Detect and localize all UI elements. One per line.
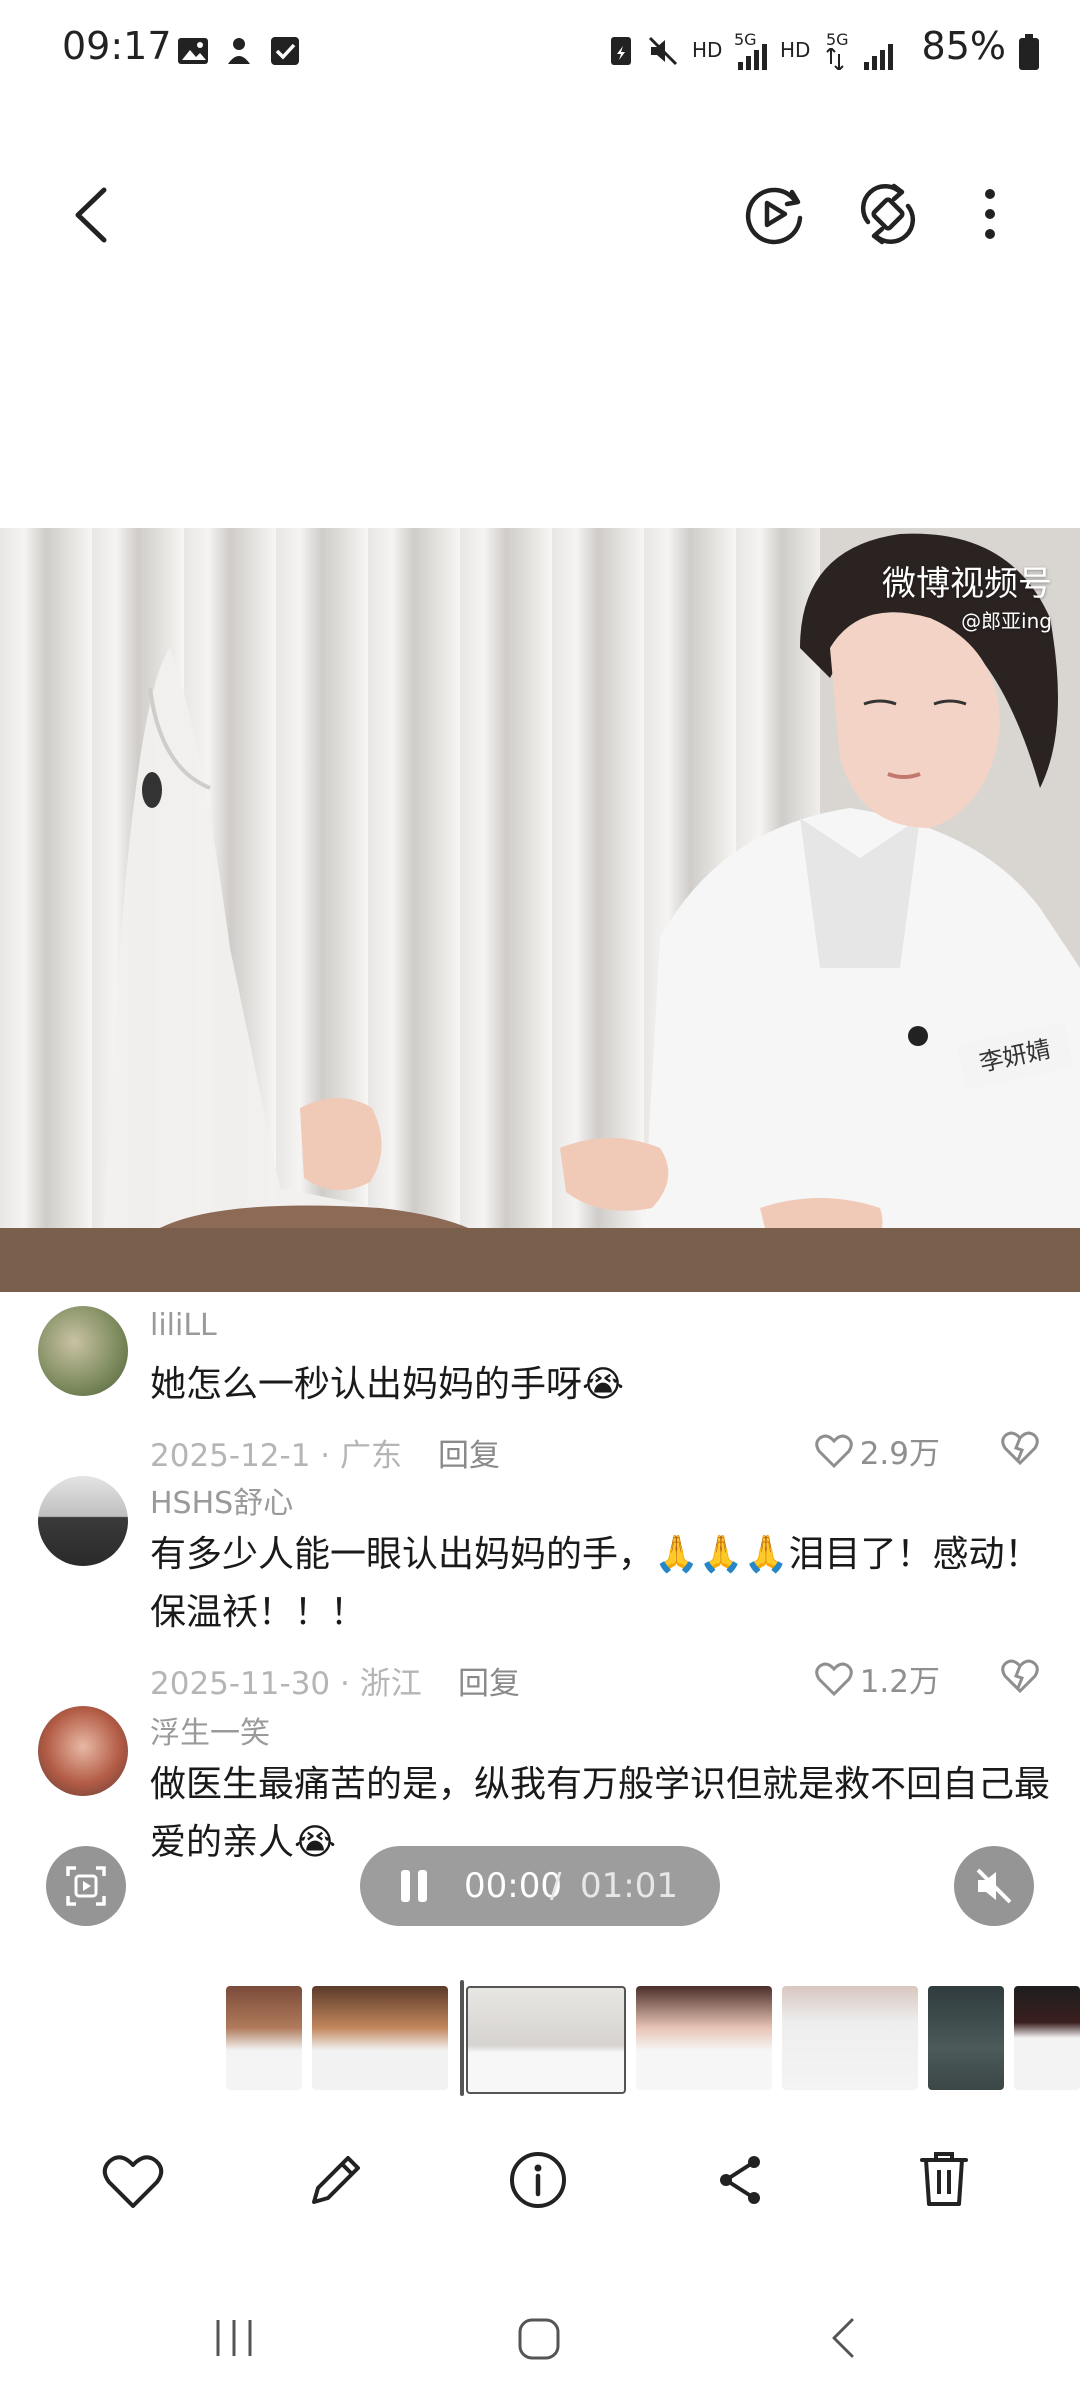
favorite-button[interactable] (100, 2152, 166, 2216)
video-watermark: 微博视频号 @郎亚ing (882, 556, 1052, 634)
edit-button[interactable] (304, 2148, 368, 2216)
recent-apps-icon (216, 2320, 252, 2356)
like-count: 1.2万 (814, 1656, 940, 1701)
play-circle-icon (745, 187, 803, 245)
battery-saver-icon (611, 37, 631, 65)
comment-text: 她怎么一秒认出妈妈的手呀😭 (150, 1364, 625, 1405)
heart-icon (814, 1662, 853, 1696)
battery-icon (1019, 34, 1039, 70)
delete-button[interactable] (912, 2146, 976, 2216)
thumbnail[interactable] (928, 1986, 1004, 2090)
like-count-text: 2.9万 (859, 1436, 940, 1472)
network-type-1: HD (692, 38, 723, 62)
like-count-text: 1.2万 (859, 1664, 940, 1700)
thumbnail[interactable] (1014, 1986, 1080, 2090)
home-button[interactable] (514, 2314, 564, 2368)
reply-link: 回复 (438, 1438, 500, 1474)
watermark-handle: @郎亚ing (961, 609, 1052, 633)
nav-back-button[interactable] (820, 2314, 868, 2366)
trash-icon (920, 2152, 968, 2206)
status-bar: 09:17 HD 5G HD 5G 85% (0, 0, 1080, 100)
thumbnail[interactable] (226, 1986, 302, 2090)
more-vertical-icon (985, 189, 995, 239)
capture-button[interactable] (46, 1846, 126, 1926)
recent-apps-button[interactable] (210, 2314, 258, 2366)
back-arrow-icon (75, 187, 107, 243)
play-mode-button[interactable] (742, 182, 806, 246)
comment-username: HSHS舒心 (150, 1486, 294, 1521)
home-icon (518, 2318, 560, 2360)
reply-link: 回复 (458, 1666, 520, 1702)
heart-icon (814, 1434, 853, 1468)
table-surface (0, 1228, 1080, 1292)
signal-bars-icon (738, 44, 767, 70)
battery-percent: 85% (921, 24, 1006, 68)
avatar (38, 1306, 128, 1396)
share-icon (720, 2156, 760, 2204)
thumbnail[interactable] (636, 1986, 772, 2090)
mute-button[interactable] (954, 1846, 1034, 1926)
info-icon (510, 2152, 566, 2208)
screen-capture-icon (66, 1866, 106, 1906)
pause-icon[interactable] (396, 1868, 432, 1904)
signal-type-2: 5G (826, 30, 849, 49)
video-frame[interactable]: 微博视频号 @郎亚ing 李妍婧 (0, 528, 1080, 1292)
avatar (38, 1706, 128, 1796)
comment-username: liliLL (150, 1308, 217, 1343)
comment-username: 浮生一笑 (150, 1716, 270, 1751)
dislike-icon (1001, 1659, 1039, 1694)
data-arrows-icon (826, 48, 844, 70)
comment-meta: 2025-11-30 · 浙江 (150, 1666, 422, 1702)
more-options-button[interactable] (968, 184, 1012, 244)
playback-controls: 00:00 / 01:01 (360, 1846, 720, 1926)
total-time: 01:01 (580, 1866, 678, 1906)
thumbnail[interactable] (312, 1986, 448, 2090)
mute-icon (976, 1868, 1012, 1904)
dislike-icon (1001, 1431, 1039, 1466)
pencil-icon (312, 2156, 360, 2204)
time-separator: / (550, 1866, 562, 1906)
nav-back-icon (832, 2318, 854, 2358)
rotate-button[interactable] (856, 182, 920, 246)
like-count: 2.9万 (814, 1428, 940, 1473)
system-navigation (0, 2290, 1080, 2400)
heart-icon (102, 2155, 164, 2208)
image-icon (178, 38, 208, 64)
watermark-title: 微博视频号 (882, 564, 1052, 604)
check-box-icon (271, 37, 299, 65)
comment-text: 有多少人能一眼认出妈妈的手，🙏🙏🙏泪目了！感动！保温袄！！！ (150, 1534, 1041, 1633)
status-time: 09:17 (62, 24, 172, 68)
mute-status-icon (648, 36, 678, 66)
thumbnail-current[interactable] (466, 1986, 626, 2094)
action-bar (0, 2140, 1080, 2240)
scrub-indicator (460, 1980, 464, 2096)
current-time: 00:00 (464, 1866, 562, 1906)
thumbnail-strip (0, 1980, 1080, 2104)
rotate-icon (860, 183, 916, 245)
network-type-2: HD (780, 38, 811, 62)
info-button[interactable] (506, 2148, 570, 2216)
back-button[interactable] (60, 180, 120, 250)
avatar (38, 1476, 128, 1566)
video-scene (100, 533, 1080, 1292)
signal-bars-icon-2 (864, 44, 893, 70)
bixby-icon (228, 38, 250, 64)
share-button[interactable] (708, 2148, 772, 2216)
comment-meta: 2025-12-1 · 广东 (150, 1438, 402, 1474)
thumbnail[interactable] (782, 1986, 918, 2090)
